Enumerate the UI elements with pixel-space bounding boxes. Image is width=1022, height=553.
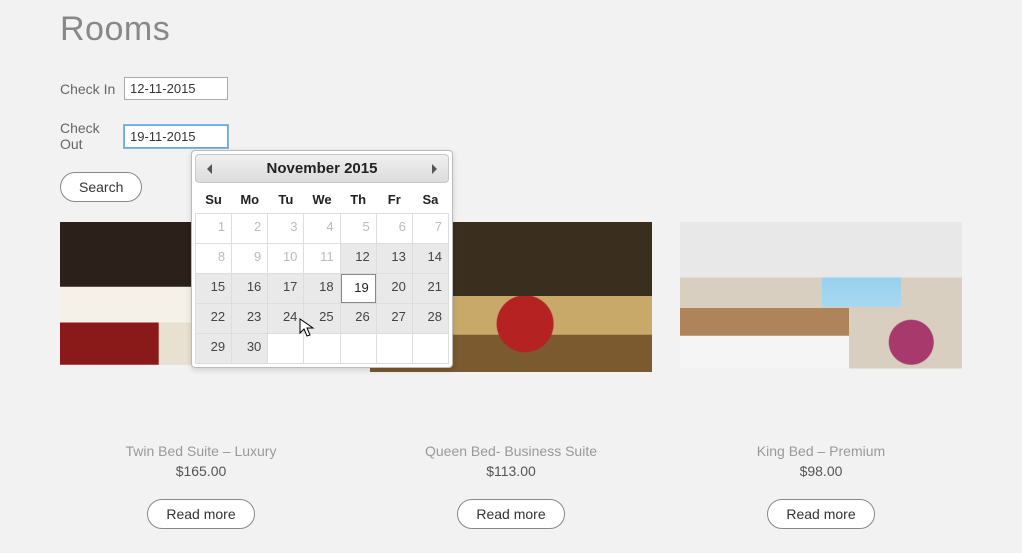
datepicker-day[interactable]: 18 xyxy=(304,274,339,303)
page-title: Rooms xyxy=(60,10,962,49)
datepicker-day[interactable]: 14 xyxy=(413,244,448,273)
datepicker-month-title: November 2015 xyxy=(267,160,378,177)
datepicker-dow: Fr xyxy=(376,186,412,214)
datepicker-dow: Sa xyxy=(412,186,448,214)
datepicker-day[interactable]: 17 xyxy=(268,274,303,303)
datepicker-day: 10 xyxy=(268,244,303,273)
datepicker-day: 5 xyxy=(341,214,376,243)
datepicker-empty xyxy=(304,334,340,364)
datepicker-day: 3 xyxy=(268,214,303,243)
room-title: King Bed – Premium xyxy=(680,443,962,459)
datepicker-prev-icon[interactable] xyxy=(202,161,218,177)
room-card: King Bed – Premium $98.00 Read more xyxy=(680,222,962,529)
datepicker-day: 4 xyxy=(304,214,339,243)
read-more-button[interactable]: Read more xyxy=(147,499,254,529)
datepicker-dow: Tu xyxy=(268,186,304,214)
datepicker-day[interactable]: 26 xyxy=(341,304,376,333)
datepicker-day[interactable]: 22 xyxy=(196,304,231,333)
datepicker-dow: We xyxy=(304,186,340,214)
datepicker-empty xyxy=(412,334,448,364)
datepicker-day: 9 xyxy=(232,244,267,273)
datepicker-day[interactable]: 15 xyxy=(196,274,231,303)
datepicker-dow: Mo xyxy=(232,186,268,214)
room-price: $98.00 xyxy=(680,463,962,479)
datepicker-day[interactable]: 23 xyxy=(232,304,267,333)
datepicker-day[interactable]: 12 xyxy=(341,244,376,273)
datepicker-day[interactable]: 24 xyxy=(268,304,303,333)
room-title: Twin Bed Suite – Luxury xyxy=(60,443,342,459)
datepicker-day: 11 xyxy=(304,244,339,273)
datepicker-day[interactable]: 20 xyxy=(377,274,412,303)
datepicker-dow: Th xyxy=(340,186,376,214)
read-more-button[interactable]: Read more xyxy=(767,499,874,529)
datepicker-day: 7 xyxy=(413,214,448,243)
datepicker-empty xyxy=(268,334,304,364)
datepicker-day: 6 xyxy=(377,214,412,243)
datepicker-calendar: SuMoTuWeThFrSa 1234567891011121314151617… xyxy=(195,186,449,364)
datepicker-day: 1 xyxy=(196,214,231,243)
datepicker-day: 8 xyxy=(196,244,231,273)
search-button[interactable]: Search xyxy=(60,172,142,202)
datepicker-day[interactable]: 19 xyxy=(341,274,376,303)
datepicker-empty xyxy=(340,334,376,364)
datepicker-day[interactable]: 16 xyxy=(232,274,267,303)
checkout-label: Check Out xyxy=(60,120,124,152)
checkout-input[interactable] xyxy=(124,125,228,148)
datepicker-day[interactable]: 30 xyxy=(232,334,267,363)
datepicker-next-icon[interactable] xyxy=(426,161,442,177)
checkin-input[interactable] xyxy=(124,77,228,100)
room-price: $113.00 xyxy=(370,463,652,479)
datepicker-day[interactable]: 29 xyxy=(196,334,231,363)
datepicker-day[interactable]: 25 xyxy=(304,304,339,333)
datepicker-day[interactable]: 13 xyxy=(377,244,412,273)
checkin-label: Check In xyxy=(60,81,124,97)
datepicker-day[interactable]: 28 xyxy=(413,304,448,333)
read-more-button[interactable]: Read more xyxy=(457,499,564,529)
checkin-row: Check In xyxy=(60,77,962,100)
room-title: Queen Bed- Business Suite xyxy=(370,443,652,459)
room-image[interactable] xyxy=(680,222,962,407)
datepicker-dow: Su xyxy=(196,186,232,214)
datepicker-popup: November 2015 SuMoTuWeThFrSa 12345678910… xyxy=(191,150,453,368)
datepicker-day[interactable]: 21 xyxy=(413,274,448,303)
room-price: $165.00 xyxy=(60,463,342,479)
checkout-row: Check Out xyxy=(60,120,962,152)
datepicker-day: 2 xyxy=(232,214,267,243)
datepicker-day[interactable]: 27 xyxy=(377,304,412,333)
datepicker-empty xyxy=(376,334,412,364)
